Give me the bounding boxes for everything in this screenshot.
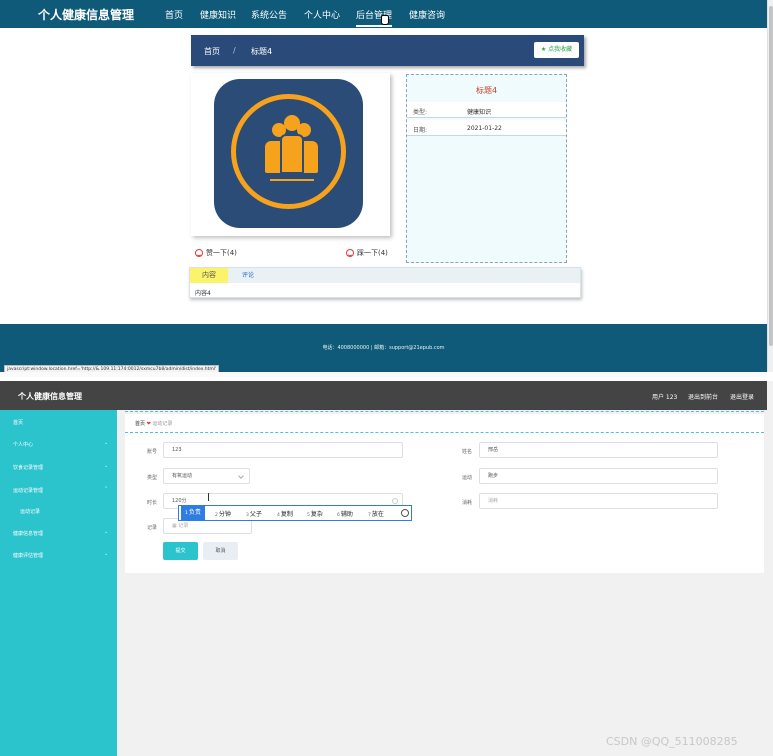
exercise-label: 运动 [462,475,473,481]
info-row-date: 日期: 2021-01-22 [407,120,566,136]
smile-icon [195,249,203,257]
frown-icon [346,249,354,257]
logout-link[interactable]: 退出登录 [730,392,754,401]
text-caret [208,493,209,501]
vertical-scrollbar[interactable] [767,0,773,372]
divider [125,411,764,412]
detail-breadcrumb-bar: 首页 / 标题4 ★ 点我收藏 [191,35,584,66]
footer-contact: 电话：4008000000 | 邮箱：support@21epub.com [322,345,445,351]
sidebar-item-diet-records[interactable]: 饮食记录管理 [13,464,43,471]
content-text: 内容4 [195,290,211,297]
admin-breadcrumb: 首页 ❤ 运动记录 [135,420,172,427]
admin-header: 个人健康信息管理 用户 123 退出到前台 退出登录 [0,381,767,410]
article-image-frame [191,73,390,236]
chevron-down-icon: ⌄ [104,529,109,535]
consumption-label: 消耗 [462,500,473,506]
ime-candidate[interactable]: 2分钟 [215,509,231,518]
scrollbar-thumb[interactable] [769,6,773,346]
clear-icon[interactable] [392,498,398,504]
doctor-figure [280,134,304,174]
sidebar-item-health-info[interactable]: 健康信息管理 [13,530,43,537]
admin-sidebar: 首页 个人中心 ⌄ 饮食记录管理 ⌄ 运动记录管理 ⌃ 运动记录 健康信息管理 … [0,410,117,756]
record-label: 记录 [147,525,158,531]
info-row-type: 类型: 健康知识 [407,102,566,118]
submit-button[interactable]: 提交 [163,542,198,560]
site-title: 个人健康信息管理 [38,8,135,22]
sidebar-item-personal-center[interactable]: 个人中心 [13,441,33,448]
info-title: 标题4 [475,86,498,95]
ime-candidate[interactable]: 3父子 [246,509,262,518]
consumption-field[interactable]: 消耗 [479,493,718,509]
sidebar-subitem-exercise-records[interactable]: 运动记录 [20,508,40,515]
breadcrumb-current: 标题4 [251,47,273,56]
sidebar-item-home[interactable]: 首页 [13,419,23,426]
hand-cursor-icon [381,15,389,25]
ime-candidate[interactable]: 1负责 [181,506,205,520]
chevron-down-icon: ⌄ [104,551,109,557]
ime-candidate[interactable]: 4复制 [277,509,293,518]
admin-title: 个人健康信息管理 [18,392,82,401]
info-key: 日期: [413,127,428,134]
record-placeholder: 记录 [178,523,189,529]
article-info-panel: 标题4 类型: 健康知识 日期: 2021-01-22 [406,74,567,263]
sidebar-item-exercise-records-mgmt[interactable]: 运动记录管理 [13,487,43,494]
ime-candidate[interactable]: 7放在 [368,509,384,518]
chevron-down-icon: ⌄ [104,440,109,446]
name-label: 姓名 [462,449,473,455]
account-label: 账号 [147,449,158,455]
info-value: 2021-01-22 [467,125,502,132]
type-select[interactable]: 有氧运动 [163,468,250,484]
content-tabs: 内容 评论 内容4 [189,267,581,298]
chevron-up-icon: ⌃ [104,486,109,492]
divider [125,432,764,433]
chevron-down-icon: ⌄ [104,463,109,469]
ime-candidate-bar: 1负责 2分钟 3父子 4复制 5复杂 6辅助 7放在 [178,505,412,521]
admin-breadcrumb-home[interactable]: 首页 [135,421,145,427]
upvote-button[interactable]: 赞一下(4) [195,248,237,258]
nav-health-consult[interactable]: 健康咨询 [409,8,445,21]
ime-candidate[interactable]: 5复杂 [307,509,323,518]
upvote-label: 赞一下(4) [206,249,237,257]
downvote-label: 踩一下(4) [357,249,388,257]
favorite-button[interactable]: ★ 点我收藏 [534,42,579,58]
exit-to-frontend-link[interactable]: 退出到前台 [688,392,718,401]
account-field[interactable]: 123 [163,442,403,458]
sidebar-item-health-assessment[interactable]: 健康评估管理 [13,552,43,559]
chevron-down-icon [238,473,244,479]
tab-content[interactable]: 内容 [190,268,228,283]
downvote-button[interactable]: 踩一下(4) [346,248,388,258]
top-navbar: 个人健康信息管理 首页 健康知识 系统公告 个人中心 后台管理 健康咨询 [0,0,767,28]
heart-icon: ❤ [146,421,151,427]
watermark: CSDN @QQ_511008285 [606,735,738,748]
exercise-field[interactable]: 跑步 [479,468,718,484]
front-page-window: 个人健康信息管理 首页 健康知识 系统公告 个人中心 后台管理 健康咨询 首页 … [0,0,773,377]
nav-personal-center[interactable]: 个人中心 [304,8,340,21]
tab-strip: 内容 评论 [190,268,580,283]
admin-breadcrumb-current: 运动记录 [152,421,173,427]
user-label: 用户 123 [652,394,678,401]
health-app-icon [214,79,363,228]
cancel-button[interactable]: 取消 [203,542,238,560]
ime-candidate[interactable]: 6辅助 [337,509,353,518]
breadcrumb-home[interactable]: 首页 [204,46,220,57]
horizontal-scrollbar[interactable] [0,372,767,377]
tab-comment[interactable]: 评论 [242,268,254,283]
duration-label: 时长 [147,500,158,506]
breadcrumb-separator: / [233,46,236,55]
nav-health-knowledge[interactable]: 健康知识 [200,8,236,21]
name-field[interactable]: 邢岳 [479,442,718,458]
favorite-label: 点我收藏 [548,46,573,53]
nav-announcements[interactable]: 系统公告 [251,8,287,21]
type-selected-value: 有氧运动 [172,473,193,479]
duration-value: 120分 [172,498,187,504]
nav-home[interactable]: 首页 [165,8,183,21]
info-value: 健康知识 [467,109,492,116]
type-label: 类型 [147,475,158,481]
admin-window: 个人健康信息管理 用户 123 退出到前台 退出登录 首页 个人中心 ⌄ 饮食记… [0,381,773,756]
emoji-icon[interactable] [401,509,409,517]
info-key: 类型: [413,109,428,116]
star-icon: ★ [540,46,547,53]
